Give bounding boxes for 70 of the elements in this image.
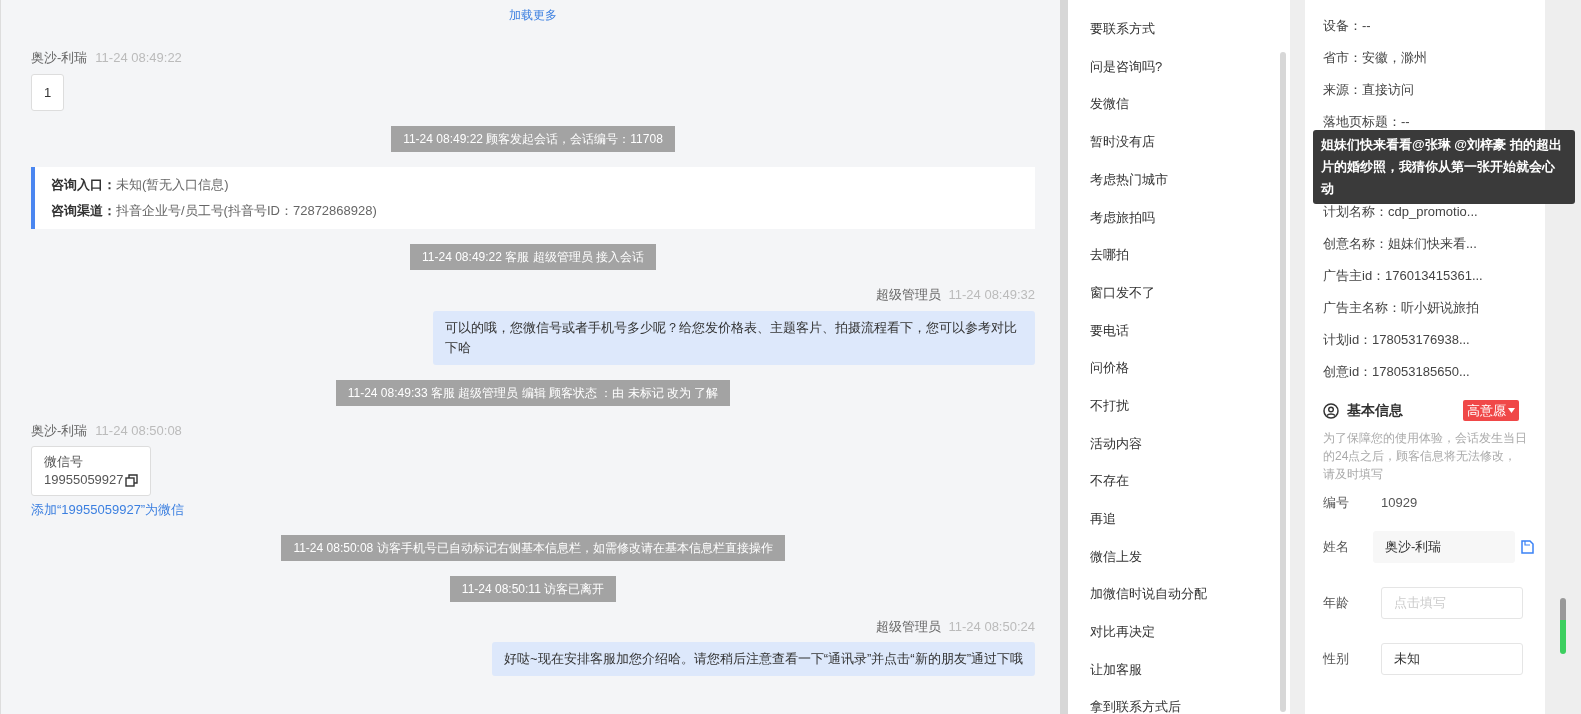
info-row: 落地页标题：--	[1323, 114, 1410, 129]
field-label: 性别	[1323, 649, 1350, 668]
quick-reply-item[interactable]: 暂时没有店	[1090, 123, 1280, 161]
field-value: 10929	[1381, 494, 1418, 512]
sender-name: 奥沙-利瑞	[31, 49, 88, 67]
document-icon[interactable]	[1521, 539, 1534, 554]
info-row: 来源：直接访问	[1323, 82, 1414, 97]
info-row: 设备：--	[1323, 18, 1371, 33]
info-row-text: 创意名称：姐妹们快来看...	[1323, 235, 1478, 253]
sender-name: 超级管理员	[875, 286, 941, 304]
notice-text: 为了保障您的使用体验，会话发生当日的24点之后，顾客信息将无法修改，请及时填写	[1323, 430, 1527, 483]
field-label: 编号	[1323, 494, 1350, 512]
wechat-label: 微信号	[44, 453, 84, 471]
system-notice: 11-24 08:49:22 客服 超级管理员 接入会话	[410, 244, 656, 270]
message-bubble: 1	[31, 73, 65, 111]
quick-reply-item[interactable]: 不存在	[1090, 462, 1280, 500]
scrollbar[interactable]	[1280, 52, 1286, 712]
quick-reply-item[interactable]: 问价格	[1090, 349, 1280, 387]
quick-reply-item[interactable]: 发微信	[1090, 85, 1280, 124]
info-row: 省市：安徽，滁州	[1323, 50, 1427, 65]
field-label: 年龄	[1323, 593, 1350, 612]
message-time: 11-24 08:50:08	[95, 421, 182, 440]
user-icon	[1323, 402, 1339, 419]
system-notice: 11-24 08:50:08 访客手机号已自动标记右侧基本信息栏，如需修改请在基本信息栏直接操作	[281, 534, 785, 561]
info-label: 咨询入口：	[51, 176, 116, 194]
system-notice: 11-24 08:50:11 访客已离开	[449, 575, 617, 602]
scrollbar[interactable]	[1560, 598, 1566, 654]
quick-reply-item[interactable]: 考虑旅拍吗	[1090, 198, 1280, 237]
intent-tag[interactable]: 高意愿	[1463, 400, 1519, 421]
message-time: 11-24 08:49:22	[95, 49, 182, 67]
quick-reply-item[interactable]: 要联系方式	[1090, 10, 1280, 48]
tooltip: 姐妹们快来看看@张琳 @刘梓豪 拍的超出片的婚纱照，我猜你从第一张开始就会心动	[1313, 130, 1575, 204]
quick-reply-item[interactable]: 让加客服	[1090, 650, 1280, 689]
load-more-link[interactable]: 加载更多	[509, 6, 557, 24]
caret-icon	[1508, 408, 1515, 413]
info-row-text: 广告主名称：听小妍说旅拍	[1323, 299, 1480, 317]
sender-name: 超级管理员	[875, 617, 941, 636]
info-row-text: 创意id：178053185650...	[1323, 363, 1471, 381]
quick-reply-item[interactable]: 要电话	[1090, 311, 1280, 350]
name-field[interactable]: 奥沙-利瑞	[1373, 530, 1515, 563]
field-label: 姓名	[1323, 537, 1349, 556]
quick-reply-item[interactable]: 问是咨询吗?	[1090, 47, 1280, 86]
system-notice: 11-24 08:49:22 顾客发起会话，会话编号：11708	[391, 126, 675, 152]
add-wechat-link[interactable]: 添加“19955059927”为微信	[31, 500, 185, 520]
system-notice: 11-24 08:49:33 客服 超级管理员 编辑 顾客状态 ：由 未标记 改为 了解	[335, 379, 731, 406]
info-row-text: 计划名称：cdp_promotio...	[1323, 203, 1479, 221]
section-title: 基本信息	[1347, 401, 1403, 420]
info-row-text: 广告主id：176013415361...	[1323, 267, 1484, 285]
quick-reply-item[interactable]: 再追	[1090, 499, 1280, 538]
quick-reply-item[interactable]: 微信上发	[1090, 537, 1280, 576]
quick-reply-item[interactable]: 窗口发不了	[1090, 273, 1280, 312]
info-value: 未知(暂无入口信息)	[116, 176, 229, 194]
info-label: 咨询渠道：	[51, 202, 116, 220]
quick-reply-item[interactable]: 去哪拍	[1090, 236, 1280, 274]
message-time: 11-24 08:50:24	[948, 617, 1035, 636]
quick-reply-item[interactable]: 考虑热门城市	[1090, 160, 1280, 199]
message-bubble: 可以的哦，您微信号或者手机号多少呢？给您发价格表、主题客片、拍摄流程看下，您可以参考对比下哈	[433, 310, 1035, 365]
copy-icon[interactable]	[124, 473, 138, 487]
quick-reply-item[interactable]: 对比再决定	[1090, 613, 1280, 651]
quick-reply-item[interactable]: 活动内容	[1090, 424, 1280, 463]
quick-reply-item[interactable]: 不打扰	[1090, 386, 1280, 425]
quick-reply-item[interactable]: 拿到联系方式后	[1090, 688, 1280, 714]
input-field[interactable]: 未知	[1381, 642, 1523, 675]
wechat-id: 19955059927	[44, 471, 124, 489]
info-row-text: 计划id：178053176938...	[1323, 331, 1471, 349]
quick-reply-item[interactable]: 加微信时说自动分配	[1090, 575, 1280, 613]
sender-name: 奥沙-利瑞	[31, 421, 88, 440]
info-value: 抖音企业号/员工号(抖音号ID：72872868928)	[116, 202, 377, 220]
message-time: 11-24 08:49:32	[948, 286, 1035, 304]
message-bubble: 好哒~现在安排客服加您介绍哈。请您稍后注意查看一下“通讯录”并点击“新的朋友”通过下哦	[492, 642, 1035, 676]
